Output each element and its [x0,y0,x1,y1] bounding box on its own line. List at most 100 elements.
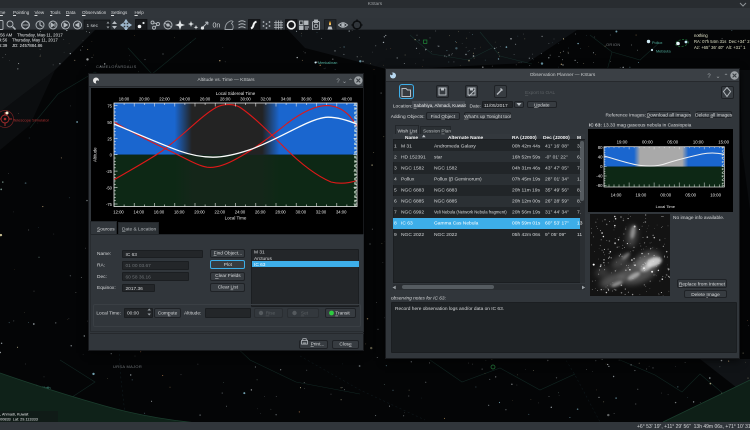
svg-text:1 sec: 1 sec [87,23,99,29]
svg-text:50: 50 [107,120,112,125]
svg-text:Record here observation logs a: Record here observation logs and/or data… [395,306,504,312]
svg-text:00:00: 00:00 [127,311,139,317]
svg-text:75: 75 [107,103,112,108]
svg-text:20h 11m 19s: 20h 11m 19s [512,188,540,194]
svg-text:nothing: nothing [694,33,708,38]
svg-text:20:00: 20:00 [194,210,205,215]
svg-text:25: 25 [107,136,112,141]
svg-text:7.: 7. [577,210,581,216]
svg-text:Reference Images:: Reference Images: [606,113,647,119]
svg-text:?: ? [336,79,340,85]
svg-text:No image info available.: No image info available. [673,215,724,221]
svg-text:Compute: Compute [158,311,178,317]
svg-text:41° 16' 08": 41° 16' 08" [545,143,569,149]
svg-text:star: star [434,154,443,160]
svg-text:9° 05' 09": 9° 05' 09" [545,232,566,238]
svg-text:100833 Lat: 29.113333: 100833 Lat: 29.113333 [0,418,38,422]
svg-text:Altitude: Altitude [92,147,97,162]
svg-text:Sources: Sources [97,227,115,233]
svg-text:Menkalinan: Menkalinan [318,61,337,65]
svg-text:6: 6 [394,199,397,205]
svg-text:Az: +65° 36' 40" Alt: +31° 1: Az: +65° 36' 40" Alt: +31° 1 [694,45,746,50]
svg-text:Date & Location: Date & Location [122,227,156,233]
svg-text:30:00: 30:00 [296,210,307,215]
svg-text:M 31: M 31 [401,143,412,149]
svg-text:Date:: Date: [470,103,481,109]
svg-text:NGC 6992: NGC 6992 [401,210,424,216]
svg-text:18:00: 18:00 [174,210,185,215]
svg-text:26:00: 26:00 [200,97,211,102]
svg-text:NGC 2022: NGC 2022 [401,232,424,238]
svg-text:RA (J2000): RA (J2000) [512,135,537,141]
svg-text:NGC 6883: NGC 6883 [434,188,457,194]
svg-text:Find Object...: Find Object... [214,250,243,256]
svg-text:Arcturus: Arcturus [254,256,272,262]
svg-text:12:00: 12:00 [113,210,124,215]
svg-text:Update: Update [534,102,550,108]
svg-text:20:00: 20:00 [139,97,150,102]
svg-text:Dec:: Dec: [97,274,107,280]
svg-text:4: 4 [394,177,397,183]
svg-text:0n: 0n [213,23,221,30]
svg-text:Replace from Internet: Replace from Internet [679,281,726,287]
svg-text:24:00: 24:00 [180,97,191,102]
svg-text:RA:: RA: [97,262,105,268]
svg-text:Wish List: Wish List [398,129,418,135]
svg-text:Veli Nebula (Network Nebula fr: Veli Nebula (Network Nebula fragment) [434,210,507,215]
svg-text:7.: 7. [577,165,581,171]
svg-text:38:00: 38:00 [321,97,332,102]
svg-text:Name:: Name: [97,251,111,257]
svg-text:16h 52m 59s: 16h 52m 59s [512,154,541,160]
svg-text:-50: -50 [106,186,113,191]
svg-text:00h 59m 01s: 00h 59m 01s [512,221,541,227]
svg-text:28:00: 28:00 [220,97,231,102]
svg-text:Delete Image: Delete Image [691,292,720,298]
svg-text:Rise: Rise [266,311,276,317]
svg-text:14:56 Thursday, May 11, 201: 14:56 Thursday, May 11, 2017 [0,38,58,43]
svg-text:00h 42m 44s: 00h 42m 44s [512,143,541,149]
svg-text:Mebsuta: Mebsuta [656,50,671,54]
svg-text:16:39 JD: 2457884.86: 16:39 JD: 2457884.86 [0,43,43,48]
svg-text:6.: 6. [577,154,581,160]
svg-text:M 31: M 31 [254,250,265,256]
svg-text:Local Sidereal Time: Local Sidereal Time [216,91,256,96]
svg-text:1.: 1. [577,177,581,183]
svg-text:NGC 1582: NGC 1582 [434,165,457,171]
svg-text:Altitude:: Altitude: [184,311,201,317]
svg-text:-0° 01' 22": -0° 01' 22" [545,154,568,160]
svg-text:Export to OAL: Export to OAL [525,90,555,96]
svg-text:36:00: 36:00 [301,97,312,102]
svg-text:NGC 2022: NGC 2022 [434,232,457,238]
svg-text:60 58 36.16: 60 58 36.16 [126,275,152,281]
svg-text:20h 12m 00s: 20h 12m 00s [512,199,541,205]
svg-text:Find Object: Find Object [431,114,456,120]
svg-text:NGC 6885: NGC 6885 [401,199,424,205]
svg-text:22:00: 22:00 [215,210,226,215]
svg-text:-75: -75 [106,202,113,207]
svg-text:+6° 53' 19", +11° 29' 56" 13h: +6° 53' 19", +11° 29' 56" 13h 49m 06s, +… [637,424,750,430]
svg-text:Location:: Location: [393,103,412,109]
svg-text:URSA MAJOR: URSA MAJOR [113,364,142,369]
svg-text:28° 01' 34": 28° 01' 34" [545,177,569,183]
svg-text:Alternate Name: Alternate Name [448,135,484,141]
svg-text:Andromeda Galaxy: Andromeda Galaxy [434,143,476,149]
svg-text:Gamma Cas Nebula: Gamma Cas Nebula [434,221,479,227]
svg-text:IC 63: IC 63 [401,221,413,227]
svg-text:40:00: 40:00 [342,97,353,102]
svg-text:observing notes for IC 63:: observing notes for IC 63: [391,296,447,302]
svg-text:Sabahiya, Ahmadi, Kuwait: Sabahiya, Ahmadi, Kuwait [414,103,467,108]
svg-text:07h 45m 19s: 07h 45m 19s [512,177,541,183]
svg-text:NGC 1582: NGC 1582 [401,165,424,171]
svg-text:22:00: 22:00 [159,97,170,102]
svg-text:32:00: 32:00 [261,97,272,102]
svg-text:32:00: 32:00 [316,210,327,215]
svg-text:11: 11 [577,232,582,238]
svg-text:What's up Tonight tool: What's up Tonight tool [464,114,511,120]
svg-text:IC 63: IC 63 [126,252,138,258]
svg-text:RA: 07h 54m 31s Dec:+34° 2: RA: 07h 54m 31s Dec:+34° 2 [694,39,750,44]
svg-text:5: 5 [394,188,397,194]
svg-text:-25: -25 [106,169,113,174]
svg-text:11/05/2017: 11/05/2017 [484,103,508,109]
svg-text:8: 8 [394,221,397,227]
svg-text:20h 56m 19s: 20h 56m 19s [512,210,541,216]
